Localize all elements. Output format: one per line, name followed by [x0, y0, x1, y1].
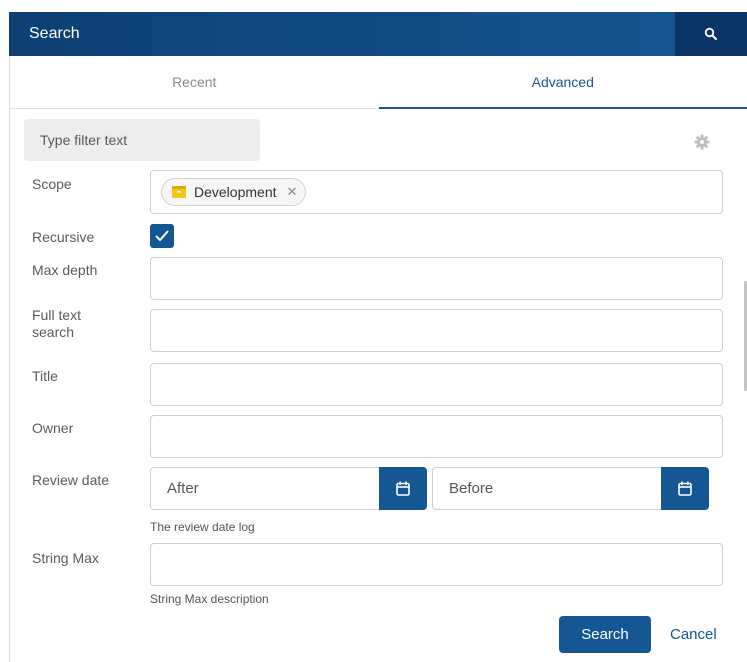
scope-field[interactable]: Development ✕	[150, 170, 723, 214]
calendar-icon	[678, 481, 692, 496]
filter-input[interactable]	[24, 119, 260, 161]
review-date-before-input[interactable]	[432, 467, 661, 510]
full-text-search-field[interactable]	[150, 309, 723, 352]
max-depth-field[interactable]	[150, 257, 723, 300]
header-title: Search	[29, 25, 80, 42]
string-max-field[interactable]	[150, 543, 723, 586]
tab-advanced[interactable]: Advanced	[378, 56, 747, 109]
owner-field[interactable]	[150, 415, 723, 458]
cancel-button[interactable]: Cancel	[670, 616, 740, 653]
recursive-label: Recursive	[32, 229, 95, 245]
header-search-button[interactable]	[675, 12, 747, 56]
recursive-checkbox[interactable]	[150, 224, 174, 248]
gear-icon[interactable]	[694, 134, 710, 150]
review-date-hint: The review date log	[150, 520, 255, 534]
title-field[interactable]	[150, 363, 723, 406]
max-depth-label: Max depth	[32, 262, 98, 278]
full-text-search-label: Full text search	[32, 307, 82, 340]
string-max-hint: String Max description	[150, 592, 269, 606]
review-date-label: Review date	[32, 472, 110, 488]
scope-chip[interactable]: Development ✕	[161, 178, 307, 206]
owner-label: Owner	[32, 420, 74, 436]
search-panel: Recent Advanced Scope Development ✕	[9, 56, 747, 662]
review-date-before-picker-button[interactable]	[661, 467, 709, 510]
scope-label: Scope	[32, 176, 72, 192]
title-label: Title	[32, 368, 58, 384]
tab-recent[interactable]: Recent	[10, 56, 379, 108]
string-max-label: String Max	[32, 550, 99, 566]
calendar-icon	[396, 481, 410, 496]
folder-icon	[172, 186, 186, 198]
tab-bar: Recent Advanced	[10, 56, 747, 109]
search-icon	[704, 27, 717, 40]
checkmark-icon	[155, 230, 169, 242]
scope-chip-label: Development	[194, 184, 277, 200]
search-button[interactable]: Search	[559, 616, 651, 653]
review-date-after-input[interactable]	[150, 467, 379, 510]
search-header: Search	[9, 12, 747, 56]
close-icon[interactable]: ✕	[287, 184, 298, 200]
review-date-after-picker-button[interactable]	[379, 467, 427, 510]
